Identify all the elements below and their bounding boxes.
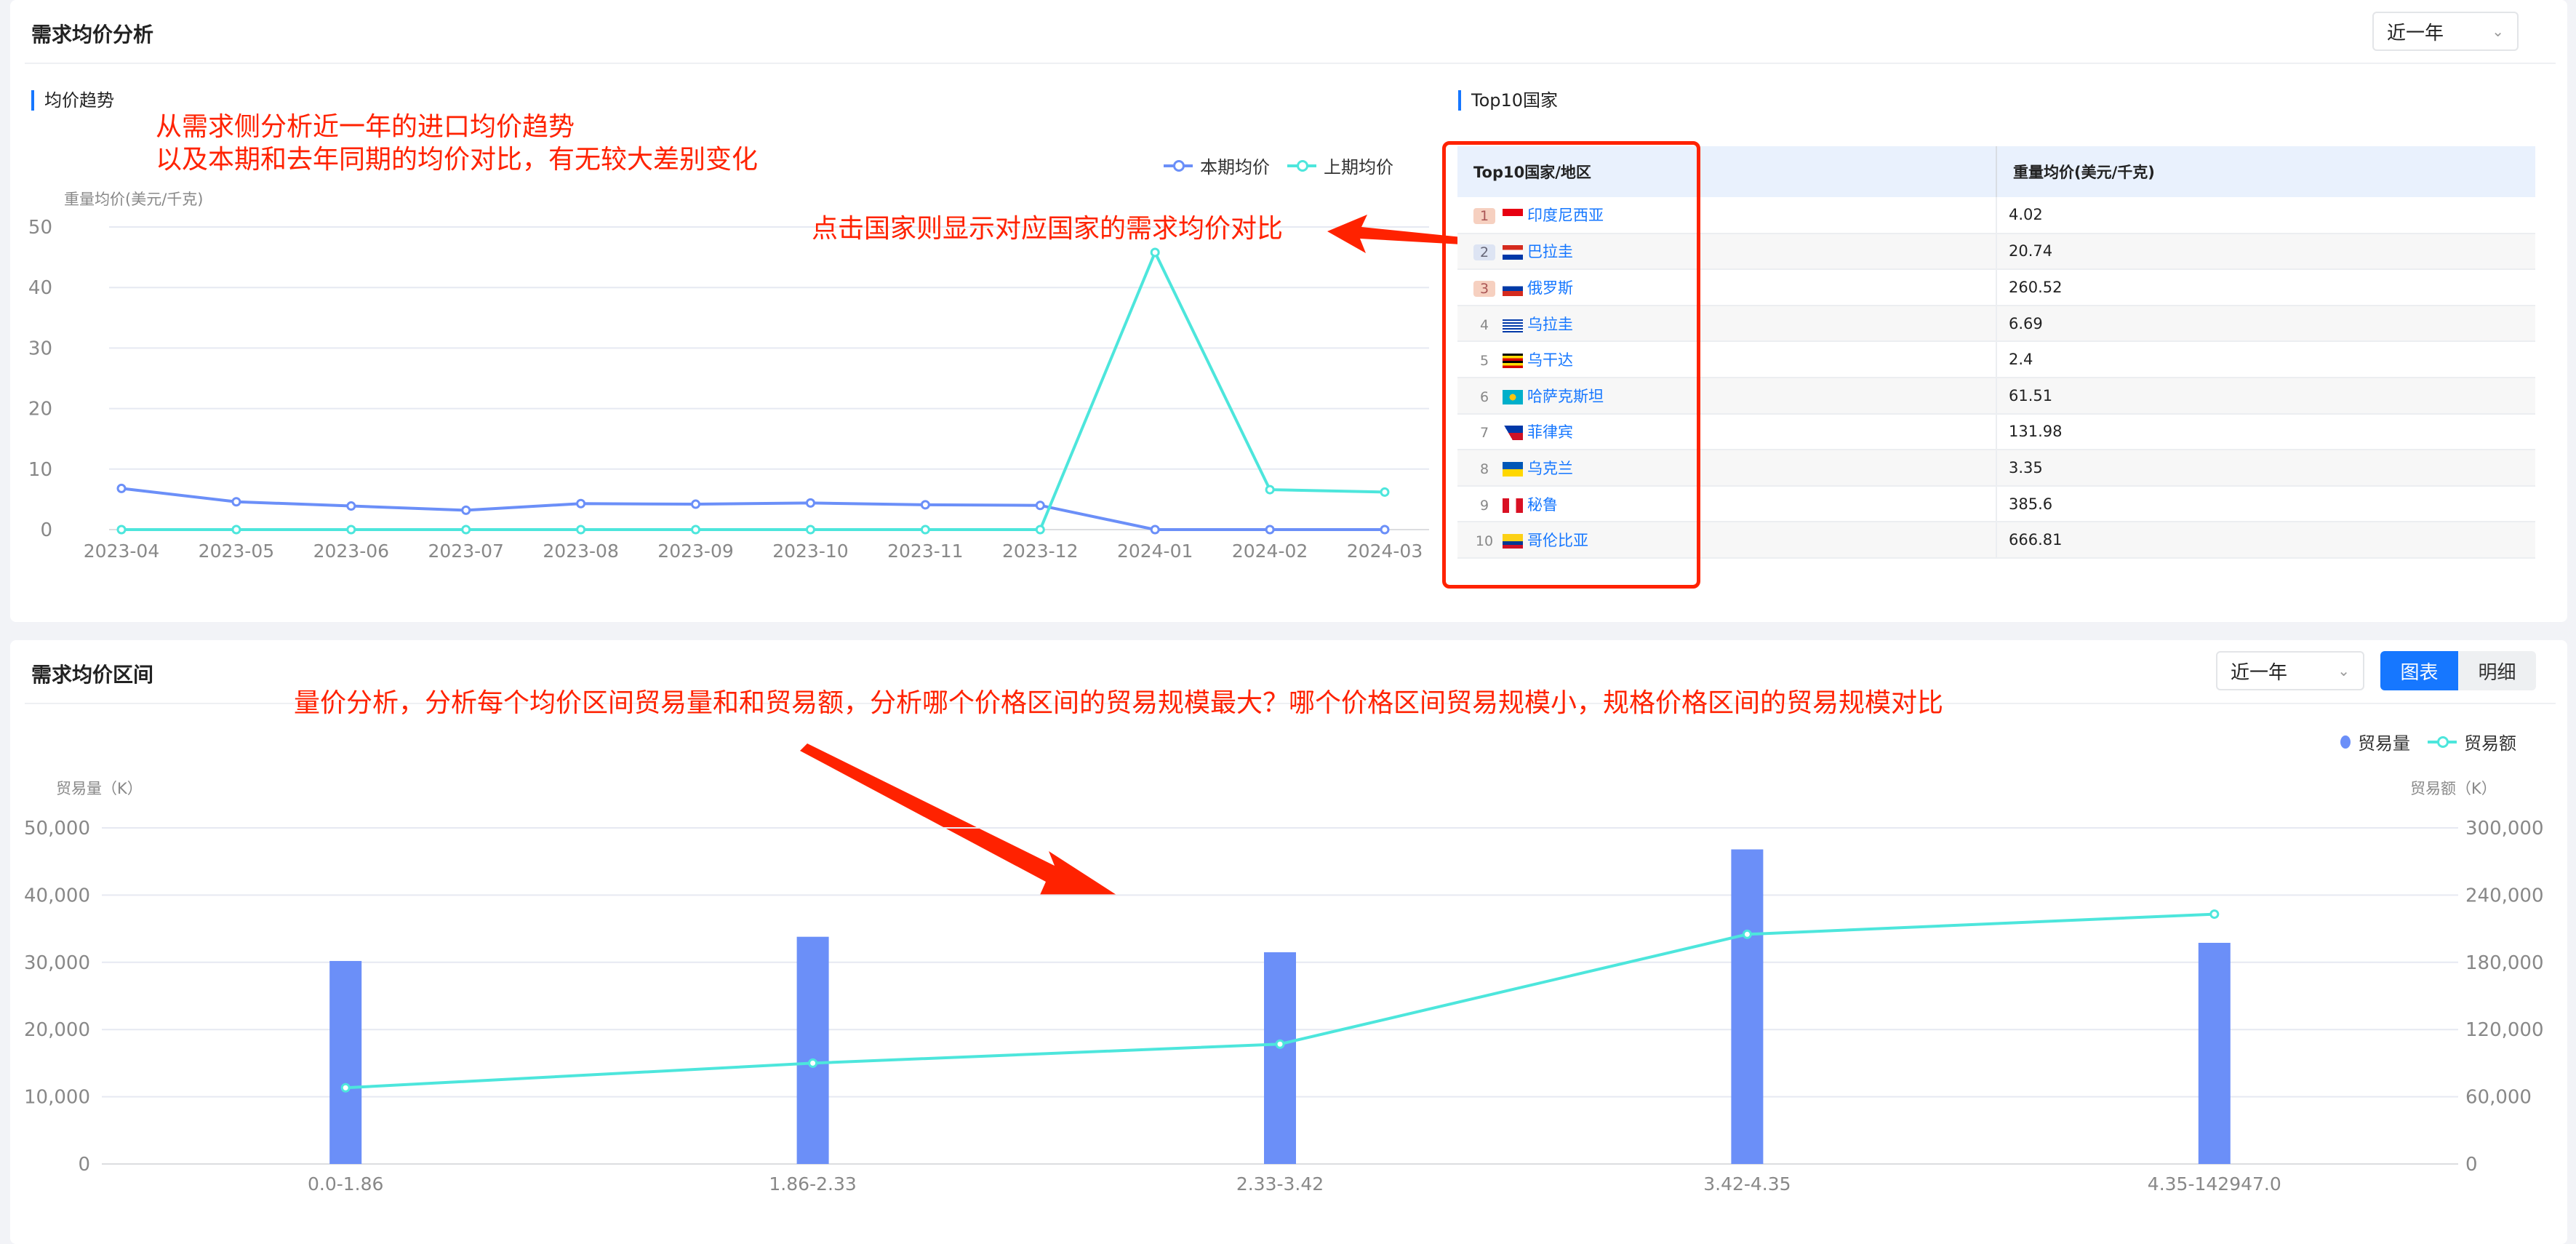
right-y-tick-label: 300,000 (2465, 818, 2544, 840)
left-y-tick-label: 10,000 (24, 1087, 90, 1109)
right-y-tick-label: 120,000 (2465, 1019, 2544, 1041)
left-y-tick-label: 50,000 (24, 818, 90, 840)
amount-point (1742, 929, 1752, 939)
x-tick-label: 2.33-3.42 (1236, 1173, 1324, 1195)
left-y-tick-label: 30,000 (24, 952, 90, 974)
volume-bar (796, 936, 829, 1164)
volume-bar (329, 960, 362, 1164)
right-y-tick-label: 180,000 (2465, 952, 2544, 974)
amount-point (808, 1058, 818, 1068)
amount-point (340, 1082, 351, 1093)
x-tick-label: 4.35-142947.0 (2148, 1173, 2281, 1195)
amount-point (2209, 909, 2220, 920)
volume-bar (1264, 952, 1296, 1164)
amount-point (1275, 1039, 1285, 1049)
right-y-tick-label: 0 (2465, 1154, 2478, 1176)
volume-bar (2198, 943, 2231, 1164)
left-y-tick-label: 0 (78, 1154, 90, 1176)
right-y-tick-label: 240,000 (2465, 885, 2544, 906)
volume-bar (1731, 849, 1764, 1164)
left-y-tick-label: 40,000 (24, 885, 90, 906)
x-tick-label: 0.0-1.86 (308, 1173, 383, 1195)
right-y-tick-label: 60,000 (2465, 1087, 2532, 1109)
range-chart: 0 0 10,000 60,000 20,000 120,000 30,000 180,000… (24, 818, 2544, 1195)
x-tick-label: 1.86-2.33 (769, 1173, 856, 1195)
x-tick-label: 3.42-4.35 (1703, 1173, 1791, 1195)
left-y-tick-label: 20,000 (24, 1019, 90, 1041)
